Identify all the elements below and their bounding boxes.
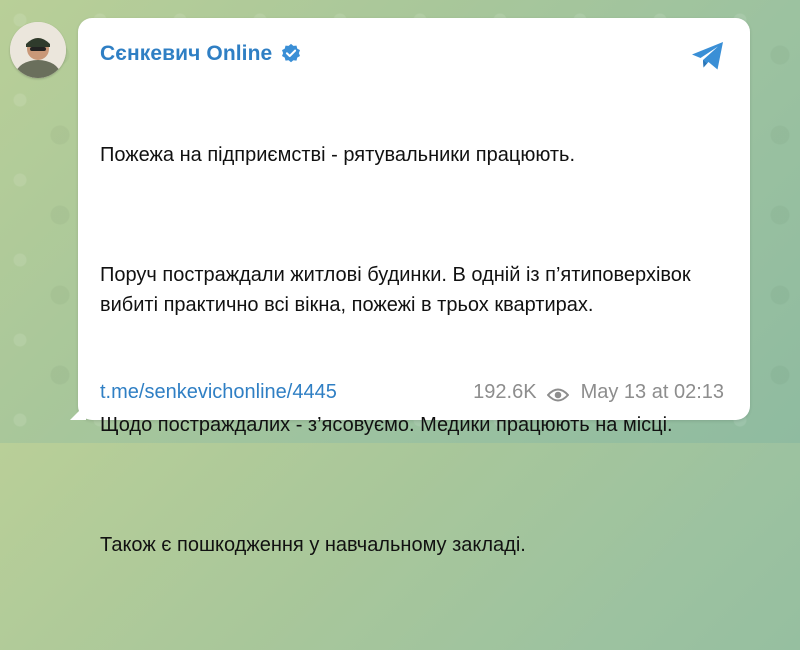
channel-name[interactable]: Сєнкевич Online <box>100 42 272 66</box>
post-footer: t.me/senkevichonline/4445 192.6K May 13 … <box>100 378 724 406</box>
post-text: Пожежа на підприємстві - рятувальники пр… <box>100 80 720 650</box>
channel-avatar[interactable] <box>10 22 66 78</box>
verified-badge-icon <box>280 43 302 65</box>
post-link[interactable]: t.me/senkevichonline/4445 <box>100 381 337 404</box>
eye-icon <box>546 385 569 402</box>
avatar-photo <box>10 22 66 78</box>
post-paragraph: Також є пошкодження у навчальному заклад… <box>100 534 526 556</box>
view-count: 192.6K <box>473 380 537 403</box>
post-header: Сєнкевич Online <box>100 40 302 68</box>
post-paragraph: Пожежа на підприємстві - рятувальники пр… <box>100 144 576 166</box>
post-paragraph: Щодо постраждалих - з’ясовуємо. Медики п… <box>100 414 673 436</box>
channel-post-card: Сєнкевич Online Пожежа на підприємстві -… <box>78 18 750 556</box>
post-paragraph: Поруч постраждали житлові будинки. В одн… <box>100 264 697 316</box>
telegram-share-icon[interactable] <box>690 40 726 72</box>
post-timestamp: May 13 at 02:13 <box>580 380 724 403</box>
post-meta: 192.6K May 13 at 02:13 <box>473 381 724 404</box>
